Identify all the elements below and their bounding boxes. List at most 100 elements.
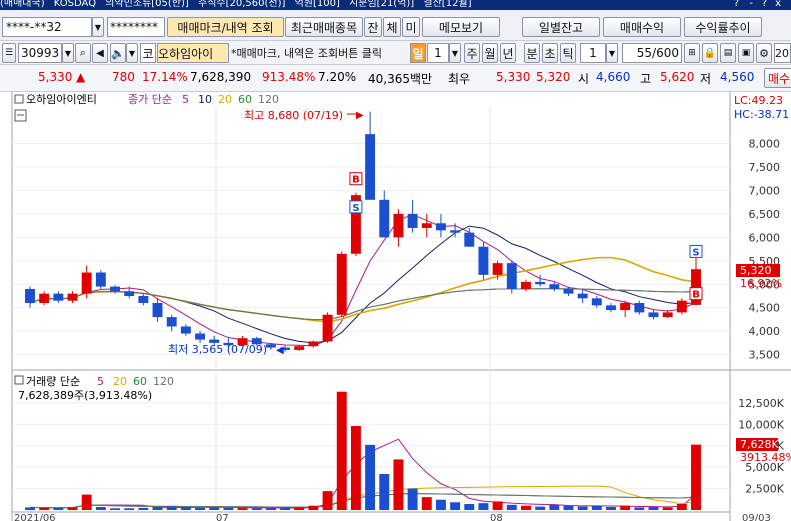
ma120-legend[interactable]: 120: [258, 93, 279, 106]
volume-bar[interactable]: [138, 507, 149, 510]
minimize-icon[interactable]: -: [749, 0, 753, 9]
candle[interactable]: [676, 298, 687, 315]
ma60-legend[interactable]: 60: [238, 93, 252, 106]
memo-view-button[interactable]: 메모보기: [422, 17, 500, 37]
candle[interactable]: [506, 260, 517, 294]
volume-bar[interactable]: [549, 504, 560, 510]
volume-bar[interactable]: [464, 504, 475, 510]
save-icon[interactable]: ▣: [738, 43, 754, 63]
volume-bar[interactable]: [662, 507, 673, 510]
volume-bar[interactable]: [379, 474, 390, 510]
period-month-tab[interactable]: 월: [482, 43, 498, 63]
volume-bar[interactable]: [407, 488, 418, 510]
period-dropdown-icon[interactable]: ▼: [449, 43, 461, 63]
speaker-icon[interactable]: 🔈: [110, 43, 126, 63]
filled-button[interactable]: 체: [383, 17, 401, 37]
volume-bar[interactable]: [336, 391, 347, 510]
date-field[interactable]: 2021: [774, 43, 791, 63]
volume-bar[interactable]: [365, 444, 376, 510]
recent-trades-button[interactable]: 최근매매종목: [285, 17, 363, 37]
volume-bar[interactable]: [251, 508, 262, 510]
volume-bar[interactable]: [223, 507, 234, 510]
volume-bar[interactable]: [53, 507, 64, 510]
volume-bar[interactable]: [294, 507, 305, 510]
code-dropdown-icon[interactable]: ▼: [62, 43, 74, 63]
page-count[interactable]: 55/600: [622, 43, 682, 63]
volume-bar[interactable]: [237, 507, 248, 510]
ma5-legend[interactable]: 5: [182, 93, 189, 106]
vol-ma20-legend[interactable]: 20: [113, 375, 127, 388]
volume-bar[interactable]: [25, 507, 35, 510]
volume-bar[interactable]: [180, 507, 191, 510]
candle[interactable]: [322, 312, 333, 343]
volume-bar[interactable]: [691, 444, 701, 510]
volume-bar[interactable]: [676, 504, 687, 510]
volume-bar[interactable]: [492, 501, 503, 510]
volume-bar[interactable]: [124, 508, 135, 510]
volume-bar[interactable]: [265, 508, 276, 510]
volume-bar[interactable]: [393, 459, 404, 510]
volume-bar[interactable]: [506, 504, 517, 510]
account-select[interactable]: ****-**32: [2, 17, 92, 37]
volume-bar[interactable]: [591, 505, 602, 510]
volume-bar[interactable]: [478, 503, 489, 510]
volume-bar[interactable]: [577, 506, 588, 510]
unfilled-button[interactable]: 미: [402, 17, 420, 37]
volume-bar[interactable]: [648, 507, 659, 510]
period-week-tab[interactable]: 주: [464, 43, 480, 63]
candle[interactable]: [336, 251, 347, 318]
period-tick-tab[interactable]: 틱: [560, 43, 576, 63]
period-year-tab[interactable]: 년: [500, 43, 516, 63]
volume-bar[interactable]: [110, 508, 120, 510]
sound-dropdown-icon[interactable]: ▼: [126, 43, 138, 63]
password-field[interactable]: ********: [107, 17, 165, 37]
close-icon[interactable]: x: [775, 0, 781, 9]
period-day-tab[interactable]: 일: [410, 43, 426, 63]
balance-button[interactable]: 잔: [364, 17, 382, 37]
volume-bar[interactable]: [606, 507, 616, 510]
print-icon[interactable]: ▤: [720, 43, 736, 63]
zoom-icon[interactable]: ⊞: [684, 43, 700, 63]
volume-bar[interactable]: [39, 507, 50, 510]
volume-bar[interactable]: [166, 506, 177, 510]
volume-bar[interactable]: [421, 497, 432, 510]
volume-bar[interactable]: [450, 502, 461, 510]
daily-balance-button[interactable]: 일별잔고: [522, 17, 600, 37]
volume-bar[interactable]: [620, 505, 631, 510]
win-control[interactable]: ?: [762, 0, 767, 9]
lock-icon[interactable]: 🔒: [702, 43, 718, 63]
volume-bar[interactable]: [520, 505, 531, 510]
volume-bar[interactable]: [195, 507, 206, 510]
trade-profit-button[interactable]: 매매수익: [603, 17, 681, 37]
volume-bar[interactable]: [308, 505, 319, 510]
volume-bar[interactable]: [95, 507, 106, 510]
volume-bar[interactable]: [634, 507, 645, 510]
trade-marker[interactable]: B: [349, 172, 363, 186]
volume-bar[interactable]: [563, 505, 574, 510]
trade-marker[interactable]: S: [689, 244, 703, 258]
vol-ma120-legend[interactable]: 120: [153, 375, 174, 388]
volume-bar[interactable]: [209, 507, 220, 510]
period-second-tab[interactable]: 초: [542, 43, 558, 63]
win-control[interactable]: ?: [734, 0, 739, 9]
volume-bar[interactable]: [535, 506, 546, 510]
candle[interactable]: [95, 270, 106, 289]
stock-code-input[interactable]: 30993: [18, 43, 62, 63]
price-chart[interactable]: 8,0007,5007,0006,5006,0005,5005,0004,500…: [0, 92, 791, 521]
vol-ma60-legend[interactable]: 60: [133, 375, 147, 388]
volume-bar[interactable]: [435, 499, 446, 510]
stock-name[interactable]: 오하임아이: [157, 43, 229, 63]
gear-icon[interactable]: ⚙: [756, 43, 772, 63]
volume-bar[interactable]: [81, 494, 92, 510]
tick-dropdown-icon[interactable]: ▼: [606, 43, 618, 63]
candle[interactable]: [478, 242, 489, 280]
vol-ma5-legend[interactable]: 5: [97, 375, 104, 388]
period-minute-tab[interactable]: 분: [524, 43, 540, 63]
volume-bar[interactable]: [152, 507, 163, 510]
ma20-legend[interactable]: 20: [218, 93, 232, 106]
trade-marker[interactable]: S: [349, 200, 363, 214]
period-number[interactable]: 1: [427, 43, 449, 63]
volume-bar[interactable]: [67, 507, 78, 510]
menu-icon[interactable]: ☰: [2, 43, 16, 63]
account-dropdown-icon[interactable]: ▼: [92, 17, 104, 37]
